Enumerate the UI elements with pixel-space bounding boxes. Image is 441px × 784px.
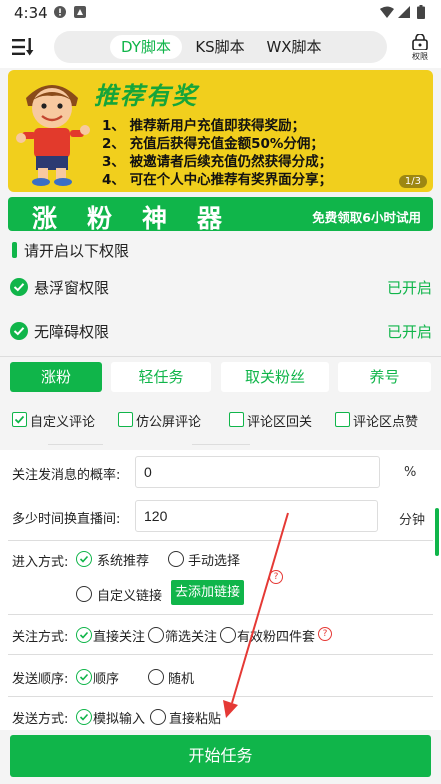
follow-prob-label: 关注发消息的概率: (12, 468, 121, 483)
permission-status-overlay: 已开启 (387, 279, 433, 297)
radio-checked-icon (76, 551, 92, 567)
radio-label: 系统推荐 (97, 554, 150, 569)
checkbox-icon (118, 412, 133, 427)
permission-status-accessibility: 已开启 (387, 323, 433, 341)
radio-unchecked-icon (168, 551, 184, 567)
tab-unfollow[interactable]: 取关粉丝 (221, 362, 329, 392)
switch-interval-label: 多少时间换直播间: (12, 512, 121, 527)
radio-unchecked-icon (148, 627, 164, 643)
permission-button[interactable]: 权限 (407, 32, 433, 62)
scrollbar[interactable] (435, 508, 439, 556)
script-tabs: DY脚本 KS脚本 WX脚本 (54, 31, 387, 63)
alert-icon (54, 6, 66, 18)
divider (0, 356, 441, 357)
send-order-label: 发送顺序: (12, 672, 69, 687)
banner-line-3: 3、 被邀请者后续充值仍然获得分成； (102, 154, 333, 170)
help-icon[interactable]: ? (269, 570, 283, 584)
status-time: 4:34 (14, 4, 48, 22)
permission-label-overlay: 悬浮窗权限 (34, 279, 110, 297)
app-header: DY脚本 KS脚本 WX脚本 权限 (0, 26, 441, 68)
check-circle-icon (10, 322, 28, 340)
signal-icon (398, 6, 410, 18)
radio-checked-icon (76, 627, 92, 643)
follow-prob-input[interactable] (135, 456, 380, 488)
radio-checked-icon (76, 709, 92, 725)
check-circle-icon (10, 278, 28, 296)
tab-grow-fans[interactable]: 涨粉 (10, 362, 102, 392)
add-link-button[interactable]: 去添加链接 (171, 580, 244, 605)
radio-label: 直接关注 (93, 630, 146, 645)
tab-light-task[interactable]: 轻任务 (111, 362, 211, 392)
wifi-icon (380, 6, 394, 18)
permission-row-accessibility[interactable]: 无障碍权限 已开启 (0, 306, 441, 356)
switch-interval-unit: 分钟 (399, 513, 426, 528)
radio-label: 有效粉四件套 (237, 630, 316, 645)
option-label: 评论区点赞 (353, 415, 419, 430)
battery-icon (417, 5, 425, 19)
strip-subtitle: 免费领取6小时试用 (312, 210, 421, 225)
tab-dy-script[interactable]: DY脚本 (110, 35, 182, 59)
lock-icon (412, 34, 428, 50)
permission-label-accessibility: 无障碍权限 (34, 323, 110, 341)
permission-row-overlay[interactable]: 悬浮窗权限 已开启 (0, 262, 441, 312)
banner-line-2: 2、 充值后获得充值金额50%分佣； (102, 136, 324, 152)
tab-ks-script[interactable]: KS脚本 (190, 35, 250, 59)
radio-label: 随机 (168, 672, 195, 687)
radio-unchecked-icon (76, 586, 92, 602)
option-label: 自定义评论 (30, 415, 96, 430)
banner-line-1: 1、 推荐新用户充值即获得奖励； (102, 118, 306, 134)
entry-mode-label: 进入方式: (12, 555, 69, 570)
radio-label: 顺序 (93, 672, 120, 687)
switch-interval-input[interactable] (135, 500, 378, 532)
banner-title: 推荐有奖 (94, 82, 198, 110)
send-mode-label: 发送方式: (12, 712, 69, 727)
checkbox-icon (229, 412, 244, 427)
help-icon[interactable]: ? (318, 627, 332, 641)
checkbox-icon (12, 412, 27, 427)
checkbox-icon (335, 412, 350, 427)
follow-mode-label: 关注方式: (12, 630, 69, 645)
promo-banner[interactable]: 推荐有奖 1、 推荐新用户充值即获得奖励； 2、 充值后获得充值金额50%分佣；… (8, 70, 433, 192)
status-bar: 4:34 (0, 0, 441, 26)
radio-label: 模拟输入 (93, 712, 146, 727)
radio-label: 直接粘贴 (169, 712, 222, 727)
radio-checked-icon (76, 669, 92, 685)
radio-unchecked-icon (220, 627, 236, 643)
permissions-heading: 请开启以下权限 (24, 242, 130, 260)
divider (8, 540, 433, 541)
permission-label: 权限 (412, 52, 428, 61)
divider (8, 696, 433, 697)
divider (8, 654, 433, 655)
cartoon-boy-illustration (16, 85, 90, 186)
tab-nurture-account[interactable]: 养号 (338, 362, 431, 392)
radio-label: 自定义链接 (97, 589, 163, 604)
menu-sort-icon[interactable] (12, 38, 34, 56)
radio-label: 手动选择 (188, 554, 241, 569)
app-notification-icon (74, 6, 86, 18)
option-label: 仿公屏评论 (136, 415, 202, 430)
strip-title: 涨粉神器 (32, 204, 253, 233)
divider (8, 614, 433, 615)
section-marker (12, 242, 17, 258)
radio-unchecked-icon (148, 669, 164, 685)
follow-prob-unit: % (404, 465, 417, 480)
divider (192, 444, 250, 445)
radio-unchecked-icon (150, 709, 166, 725)
option-label: 评论区回关 (247, 415, 313, 430)
divider (48, 444, 103, 445)
banner-pager: 1/3 (398, 175, 427, 188)
banner-line-4: 4、 可在个人中心推荐有奖界面分享； (102, 172, 333, 188)
promo-strip[interactable]: 涨粉神器 免费领取6小时试用 (8, 197, 433, 233)
start-task-button[interactable]: 开始任务 (10, 735, 431, 777)
tab-wx-script[interactable]: WX脚本 (260, 35, 328, 59)
radio-label: 筛选关注 (165, 630, 218, 645)
